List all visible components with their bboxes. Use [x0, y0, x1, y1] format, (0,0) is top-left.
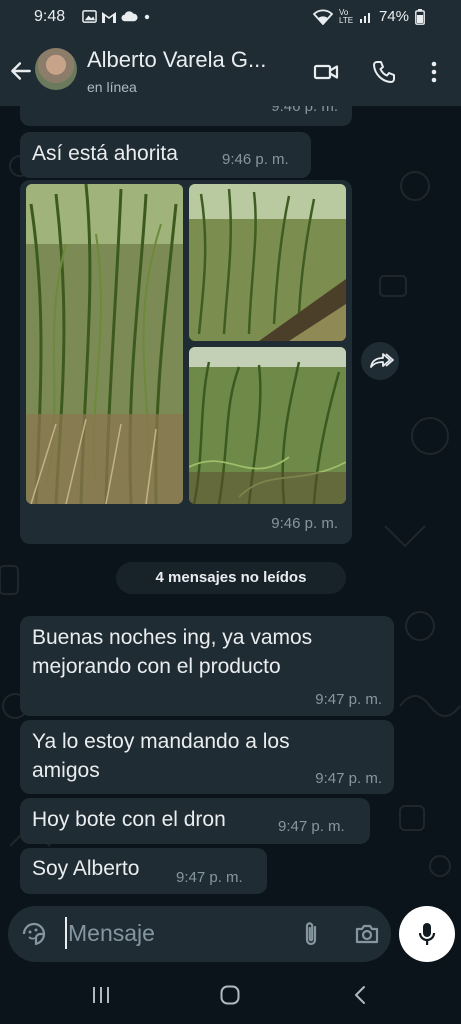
message-text-line: amigos [32, 759, 100, 782]
recent-apps-icon[interactable] [90, 984, 112, 1006]
message-bubble-outgoing[interactable]: Así está ahorita 9:46 p. m. [20, 132, 311, 178]
contact-status: en línea [87, 79, 137, 95]
message-time: 9:46 p. m. [222, 151, 289, 168]
status-bar: 9:48 Vo LTE 74% [0, 0, 461, 36]
back-nav-icon[interactable] [350, 984, 372, 1006]
message-time: 9:47 p. m. [278, 818, 345, 835]
image-icon [82, 10, 97, 23]
forward-icon [370, 353, 394, 368]
message-bubble-incoming[interactable]: Hoy bote con el dron 9:47 p. m. [20, 798, 370, 844]
unread-messages-divider: 4 mensajes no leídos [116, 562, 346, 594]
video-call-icon[interactable] [312, 58, 340, 86]
dot-icon [144, 14, 150, 19]
system-nav-bar [0, 966, 461, 1024]
message-bubble-incoming[interactable]: Buenas noches ing, ya vamos mejorando co… [20, 616, 394, 716]
avatar[interactable] [35, 48, 77, 90]
message-text: Soy Alberto [32, 857, 140, 880]
message-input[interactable]: Mensaje [8, 906, 391, 962]
message-time: 9:47 p. m. [315, 770, 382, 787]
sugarcane-photo[interactable] [189, 184, 346, 341]
message-text: Así está ahorita [32, 142, 178, 165]
message-text-line: Ya lo estoy mandando a los [32, 730, 290, 753]
chat-area[interactable]: 9:46 p. m. Así está ahorita 9:46 p. m. 9… [0, 106, 461, 906]
mic-button[interactable] [399, 906, 455, 962]
attach-icon[interactable] [298, 919, 324, 949]
message-time: 9:46 p. m. [271, 106, 338, 115]
text-cursor [65, 917, 67, 949]
photo-image [189, 347, 346, 504]
notification-icons [82, 9, 152, 24]
back-arrow-icon[interactable] [8, 58, 34, 84]
phone-icon[interactable] [370, 58, 398, 86]
message-bubble-outgoing[interactable]: 9:46 p. m. [20, 106, 352, 126]
home-icon[interactable] [219, 984, 241, 1006]
sugarcane-photo[interactable] [26, 184, 183, 504]
mic-icon [418, 923, 436, 945]
wifi-icon [312, 9, 333, 25]
message-time: 9:46 p. m. [271, 515, 338, 532]
forward-button[interactable] [361, 342, 399, 380]
message-text-line: mejorando con el producto [32, 655, 281, 678]
message-bubble-incoming[interactable]: Soy Alberto 9:47 p. m. [20, 848, 267, 894]
image-message-bubble[interactable]: 9:46 p. m. [20, 180, 352, 544]
system-icons: Vo LTE 74% [312, 7, 425, 25]
gmail-icon [102, 11, 116, 23]
network-label: Vo LTE [338, 7, 354, 25]
signal-icon [359, 12, 370, 23]
cloud-icon [121, 11, 138, 22]
message-time: 9:47 p. m. [315, 691, 382, 708]
sticker-icon[interactable] [20, 920, 48, 948]
battery-percent: 74% [378, 8, 409, 25]
status-time: 9:48 [34, 8, 66, 25]
chat-header: Alberto Varela G... en línea [0, 36, 461, 106]
input-placeholder: Mensaje [68, 920, 155, 946]
composer-bar: Mensaje [0, 906, 461, 966]
message-time: 9:47 p. m. [176, 869, 243, 886]
more-vert-icon[interactable] [420, 58, 448, 86]
battery-icon [415, 8, 425, 25]
photo-image [26, 184, 183, 504]
photo-image [189, 184, 346, 341]
camera-icon[interactable] [353, 920, 381, 948]
sugarcane-photo[interactable] [189, 347, 346, 504]
message-bubble-incoming[interactable]: Ya lo estoy mandando a los amigos 9:47 p… [20, 720, 394, 794]
message-text: Hoy bote con el dron [32, 808, 226, 831]
contact-name[interactable]: Alberto Varela G... [87, 47, 297, 73]
message-text-line: Buenas noches ing, ya vamos [32, 626, 313, 649]
